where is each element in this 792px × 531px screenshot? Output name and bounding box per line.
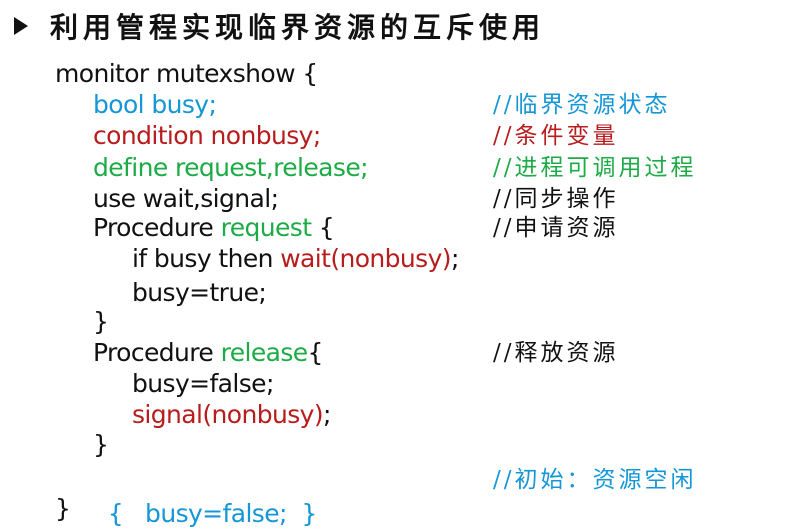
open-brace: { <box>311 213 335 242</box>
code-line-init-block: { busy=false; } <box>93 463 318 528</box>
code-line-close-monitor: } <box>55 492 71 526</box>
code-text: condition nonbusy; <box>93 121 321 150</box>
code-line-close-request: } <box>93 305 109 339</box>
code-text: { busy=false; } <box>107 499 318 528</box>
slide-title-row: 利用管程实现临界资源的互斥使用 <box>14 6 545 46</box>
code-line-busy-false: busy=false; <box>132 367 274 401</box>
code-text: } <box>93 430 109 459</box>
semicolon: ; <box>322 400 331 429</box>
comment-resource-state: //临界资源状态 <box>493 92 671 118</box>
procedure-name-release: release <box>220 338 309 367</box>
wait-call: wait(nonbusy) <box>280 244 451 273</box>
open-brace: { <box>307 338 324 367</box>
code-text: define request,release; <box>93 153 369 182</box>
comment-initial-idle: //初始：资源空闲 <box>493 467 697 493</box>
semicolon: ; <box>450 244 459 273</box>
keyword-procedure: Procedure <box>93 213 221 242</box>
code-text: use wait,signal; <box>93 184 279 213</box>
comment-condition-variable: //条件变量 <box>493 123 619 149</box>
procedure-name-request: request <box>220 213 312 242</box>
code-line-bool-busy: bool busy; <box>93 88 217 122</box>
code-line-signal: signal(nonbusy); <box>132 398 331 432</box>
code-line-define: define request,release; <box>93 151 369 185</box>
comment-callable-procedures: //进程可调用过程 <box>493 155 697 181</box>
code-text: } <box>93 307 109 336</box>
code-line-close-release: } <box>93 428 109 462</box>
code-line-condition: condition nonbusy; <box>93 119 321 153</box>
code-text: busy=true; <box>132 278 267 307</box>
code-text: busy=false; <box>132 369 274 398</box>
code-line-if-busy: if busy then wait(nonbusy); <box>132 242 459 276</box>
code-text: if busy then <box>132 244 281 273</box>
comment-release-resource: //释放资源 <box>493 340 619 366</box>
code-text: monitor mutexshow { <box>55 59 318 88</box>
code-text: } <box>55 494 71 523</box>
comment-request-resource: //申请资源 <box>493 215 619 241</box>
code-text: bool busy; <box>93 90 217 119</box>
keyword-procedure: Procedure <box>93 338 221 367</box>
slide-title: 利用管程实现临界资源的互斥使用 <box>50 11 546 44</box>
code-line-busy-true: busy=true; <box>132 276 267 310</box>
code-line-procedure-request: Procedure request { <box>93 211 335 245</box>
code-line-procedure-release: Procedure release{ <box>93 336 323 370</box>
signal-call: signal(nonbusy) <box>132 400 324 429</box>
code-line-monitor-header: monitor mutexshow { <box>55 57 318 91</box>
arrow-bullet-icon <box>14 17 28 35</box>
